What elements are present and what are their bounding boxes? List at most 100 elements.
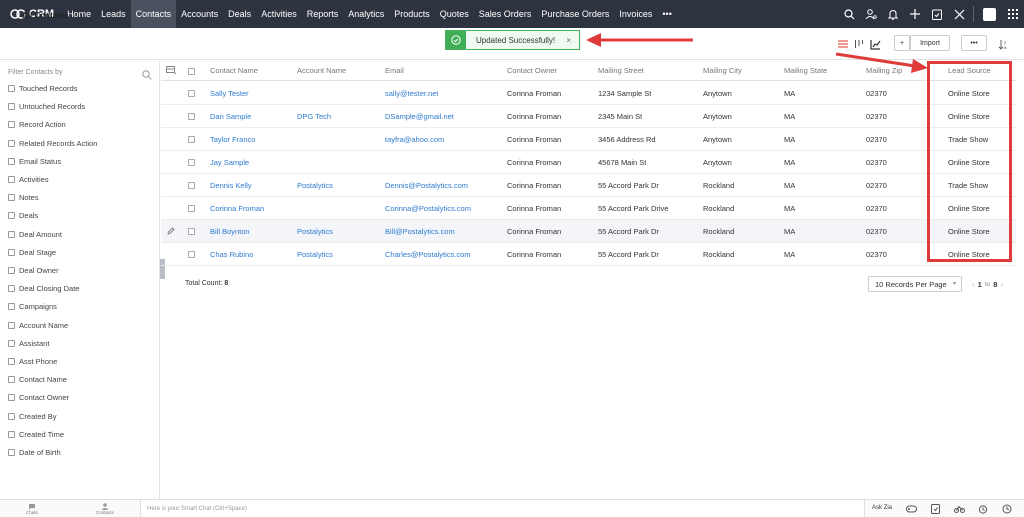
filter-item-created-time[interactable]: Created Time [8,430,64,439]
filter-checkbox[interactable] [8,430,15,438]
filter-checkbox[interactable] [8,176,15,183]
filter-item-asst-phone[interactable]: Asst Phone [8,357,57,366]
row-checkbox[interactable] [188,182,195,189]
cell-contact-name[interactable]: Sally Tester [210,82,249,104]
apps-grid-icon[interactable] [1002,0,1024,28]
select-all-checkbox[interactable] [188,68,195,75]
chats-shortcut[interactable]: Chats [26,503,38,515]
cell-account-name[interactable]: Postalytics [297,220,333,242]
cell-account-name[interactable]: Postalytics [297,243,333,265]
row-checkbox[interactable] [188,251,195,258]
cell-contact-name[interactable]: Dennis Kelly [210,174,252,196]
row-checkbox[interactable] [188,205,195,212]
plus-icon[interactable] [904,0,926,28]
cell-email[interactable]: Corinna@Postalytics.com [385,197,471,219]
nav-item-more[interactable]: ••• [657,0,676,28]
tools-icon[interactable] [948,0,970,28]
avatar[interactable] [983,7,996,21]
nav-item-quotes[interactable]: Quotes [435,0,474,28]
table-row[interactable]: Dennis Kelly Postalytics Dennis@Postalytic… [161,174,1016,197]
nav-item-accounts[interactable]: Accounts [176,0,223,28]
filter-checkbox[interactable] [8,321,15,329]
search-icon[interactable] [838,0,860,28]
row-checkbox[interactable] [188,159,195,166]
filter-item-campaigns[interactable]: Campaigns [8,302,57,311]
cell-email[interactable]: sally@tester.net [385,82,438,104]
row-checkbox[interactable] [188,113,195,120]
filter-checkbox[interactable] [8,248,15,256]
nav-item-contacts[interactable]: Contacts [130,0,177,28]
filter-item-contact-owner[interactable]: Contact Owner [8,393,69,402]
cell-email[interactable]: Bill@Postalytics.com [385,220,455,242]
cell-contact-name[interactable]: Chas Rubino [210,243,253,265]
table-row[interactable]: Sally Tester sally@tester.net Corinna From… [161,82,1016,105]
nav-item-deals[interactable]: Deals [223,0,256,28]
filter-checkbox[interactable] [8,449,15,456]
filter-checkbox[interactable] [8,194,15,202]
smart-chat-input[interactable]: Here is your Smart Chat (Ctrl+Space) [140,500,865,517]
filter-checkbox[interactable] [8,139,15,147]
view-selector[interactable]: All Contacts ▾ [22,11,76,20]
filter-item-related-records-action[interactable]: Related Records Action [8,139,97,148]
more-actions-button[interactable]: ••• [961,35,987,51]
filter-item-record-action[interactable]: Record Action [8,120,66,129]
cell-account-name[interactable]: Postalytics [297,174,333,196]
cell-contact-name[interactable]: Dan Sample [210,105,251,127]
edit-pencil-icon[interactable] [167,227,175,237]
column-settings-icon[interactable] [166,61,177,80]
filter-checkbox[interactable] [8,85,15,92]
previous-page-icon[interactable]: ‹ [972,280,975,289]
column-header-contact-owner[interactable]: Contact Owner [507,61,557,80]
filter-checkbox[interactable] [8,376,15,384]
filter-checkbox[interactable] [8,285,15,293]
cell-contact-name[interactable]: Corinna Froman [210,197,264,219]
create-button[interactable]: + [894,35,910,51]
nav-item-purchase-orders[interactable]: Purchase Orders [536,0,614,28]
row-checkbox[interactable] [188,136,195,143]
table-row[interactable]: Bill Boynton Postalytics Bill@Postalytics.… [161,220,1016,243]
nav-item-activities[interactable]: Activities [256,0,302,28]
column-header-mailing-street[interactable]: Mailing Street [598,61,644,80]
filter-search-icon[interactable] [142,67,152,85]
column-header-mailing-city[interactable]: Mailing City [703,61,742,80]
cell-email[interactable]: tayfra@ahoo.com [385,128,444,150]
column-header-mailing-zip[interactable]: Mailing Zip [866,61,902,80]
filter-item-date-of-birth[interactable]: Date of Birth [8,448,61,457]
toast-close-button[interactable]: × [566,36,571,45]
table-row[interactable]: Corinna Froman Corinna@Postalytics.com Cor… [161,197,1016,220]
filter-item-created-by[interactable]: Created By [8,412,57,421]
filter-item-account-name[interactable]: Account Name [8,321,68,330]
cell-email[interactable]: Dennis@Postalytics.com [385,174,468,196]
filter-item-deal-closing-date[interactable]: Deal Closing Date [8,284,79,293]
calendar-check-icon[interactable] [926,0,948,28]
filter-item-notes[interactable]: Notes [8,193,39,202]
records-per-page-select[interactable]: 10 Records Per Page ▾ [868,276,962,292]
filter-checkbox[interactable] [8,157,15,165]
filter-item-deals[interactable]: Deals [8,211,38,220]
bike-icon[interactable] [953,503,965,515]
nav-item-leads[interactable]: Leads [96,0,131,28]
filter-item-deal-stage[interactable]: Deal Stage [8,248,56,257]
filter-item-email-status[interactable]: Email Status [8,157,61,166]
column-header-contact-name[interactable]: Contact Name [210,61,258,80]
cell-contact-name[interactable]: Bill Boynton [210,220,250,242]
cell-email[interactable]: Charles@Postalytics.com [385,243,471,265]
filter-checkbox[interactable] [8,121,15,129]
column-header-mailing-state[interactable]: Mailing State [784,61,827,80]
filter-checkbox[interactable] [8,303,15,311]
filter-checkbox[interactable] [8,394,15,402]
nav-item-sales-orders[interactable]: Sales Orders [474,0,537,28]
nav-item-products[interactable]: Products [389,0,435,28]
kanban-view-icon[interactable] [852,37,866,51]
history-icon[interactable] [1001,503,1013,515]
filter-checkbox[interactable] [8,358,15,365]
row-checkbox[interactable] [188,228,195,235]
table-row[interactable]: Taylor Franco tayfra@ahoo.com Corinna From… [161,128,1016,151]
filter-item-contact-name[interactable]: Contact Name [8,375,67,384]
filter-checkbox[interactable] [8,230,15,238]
feedback-icon[interactable] [929,503,941,515]
alarm-clock-icon[interactable] [977,503,989,515]
cell-contact-name[interactable]: Taylor Franco [210,128,255,150]
cell-contact-name[interactable]: Jay Sample [210,151,249,173]
filter-item-deal-owner[interactable]: Deal Owner [8,266,59,275]
